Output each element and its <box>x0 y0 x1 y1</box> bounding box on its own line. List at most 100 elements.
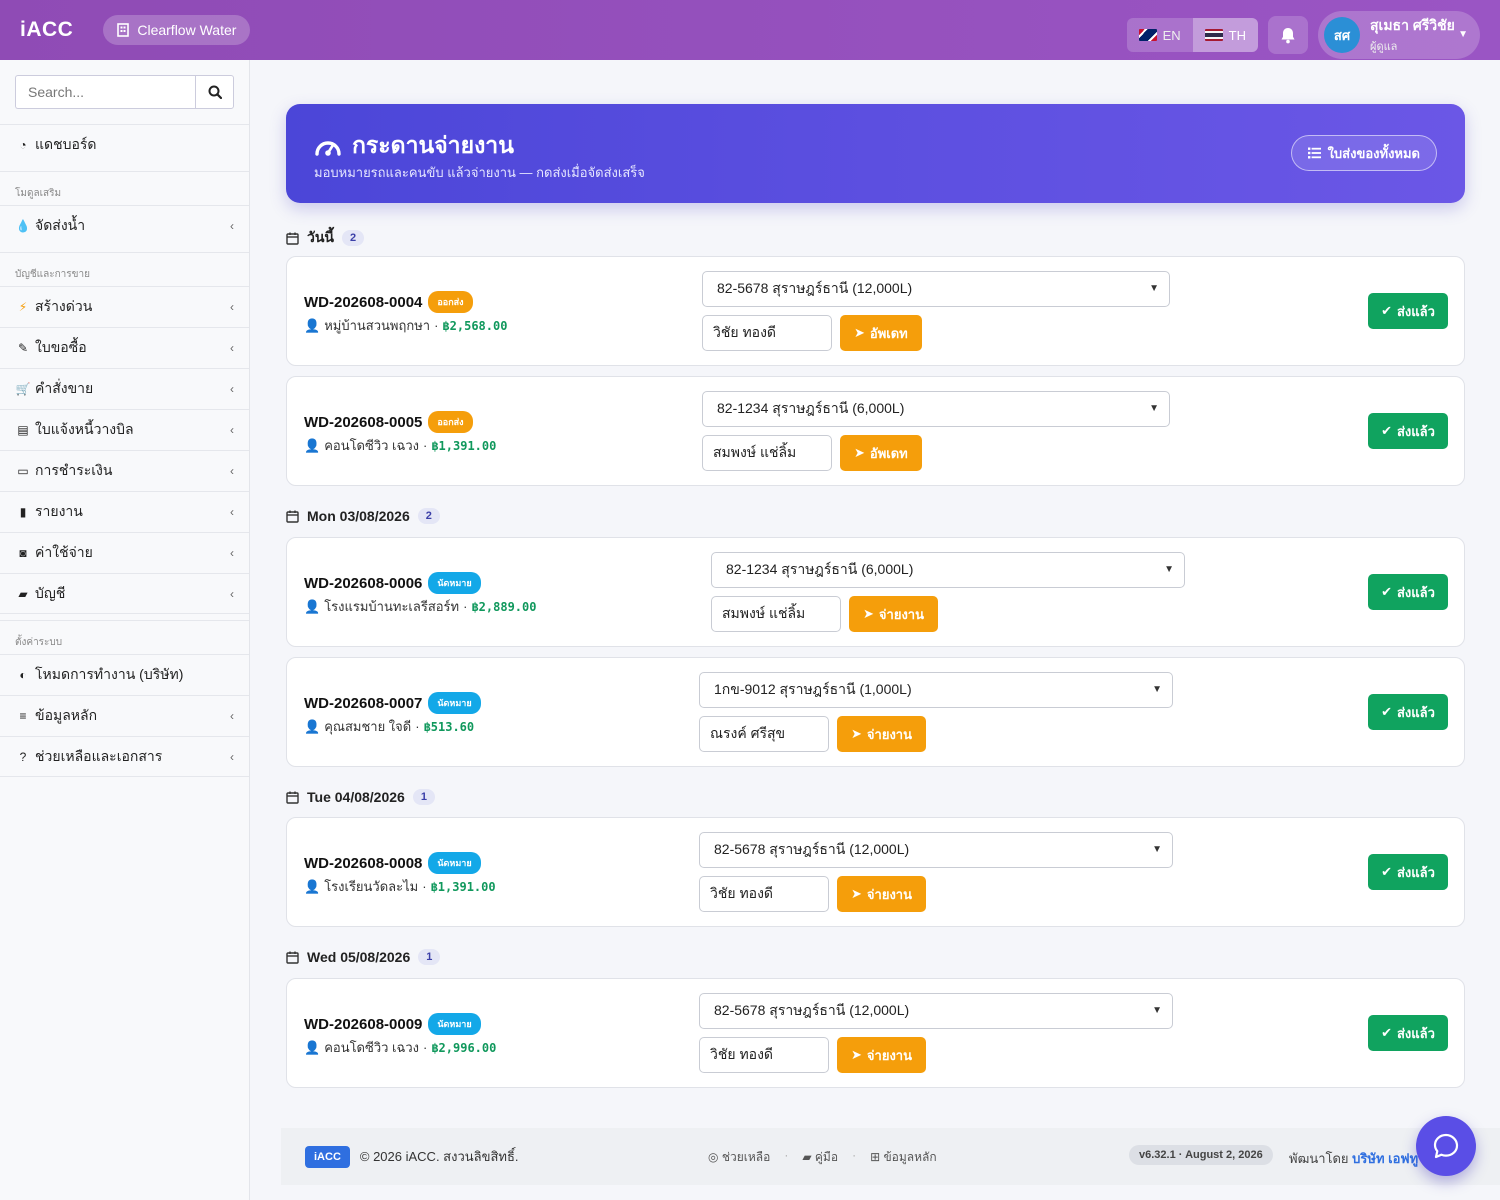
brand-logo[interactable]: iACC <box>20 18 73 42</box>
mark-delivered-button[interactable]: ✔ ส่งแล้ว <box>1368 1015 1448 1051</box>
dispatch-button[interactable]: ➤ จ่ายงาน <box>849 596 938 632</box>
order-number[interactable]: WD-202608-0008 <box>304 855 422 872</box>
order-number[interactable]: WD-202608-0007 <box>304 695 422 712</box>
dispatch-board-header: กระดานจ่ายงาน มอบหมายรถและคนขับ แล้วจ่าย… <box>286 104 1465 203</box>
order-number[interactable]: WD-202608-0006 <box>304 575 422 592</box>
water-drop-icon: 💧 <box>15 219 31 233</box>
vehicle-select-value: 82-5678 สุราษฎร์ธานี (12,000L) <box>717 280 913 296</box>
driver-field[interactable]: วิชัย ทองดี <box>699 1037 829 1073</box>
sidebar-item-reports[interactable]: ▮ รายงาน ‹ <box>0 491 249 532</box>
separator-dot: · <box>784 1148 789 1162</box>
lang-th-button[interactable]: TH <box>1192 18 1258 52</box>
footer-link-help[interactable]: ◎ ช่วยเหลือ <box>708 1148 770 1167</box>
sidebar-item-master-data[interactable]: ≡ ข้อมูลหลัก ‹ <box>0 695 249 736</box>
separator-dot: · <box>434 318 439 333</box>
mark-delivered-label: ส่งแล้ว <box>1396 303 1435 319</box>
order-number[interactable]: WD-202608-0009 <box>304 1016 422 1033</box>
search-button[interactable] <box>195 75 234 109</box>
driver-field[interactable]: สมพงษ์ แช่ลิ้ม <box>702 435 832 471</box>
developer-prefix: พัฒนาโดย <box>1289 1151 1349 1166</box>
dispatch-button[interactable]: ➤ จ่ายงาน <box>837 716 926 752</box>
dispatch-button[interactable]: ➤ จ่ายงาน <box>837 876 926 912</box>
sidebar-item-accounts[interactable]: ▰ บัญชี ‹ <box>0 573 249 614</box>
page-title: กระดานจ่ายงาน <box>314 128 514 164</box>
chevron-down-icon: ▼ <box>1458 29 1468 40</box>
sidebar-item-water-delivery[interactable]: 💧 จัดส่งน้ำ ‹ <box>0 205 249 246</box>
list-icon <box>1307 147 1321 159</box>
customer-line: 👤 โรงแรมบ้านทะเลรีสอร์ท · ฿2,889.00 <box>304 596 536 617</box>
mark-delivered-button[interactable]: ✔ ส่งแล้ว <box>1368 694 1448 730</box>
mark-delivered-button[interactable]: ✔ ส่งแล้ว <box>1368 574 1448 610</box>
chevron-left-icon: ‹ <box>230 709 234 723</box>
mark-delivered-button[interactable]: ✔ ส่งแล้ว <box>1368 413 1448 449</box>
bolt-icon: ⚡ <box>18 300 28 314</box>
vehicle-select[interactable]: 1กข-9012 สุราษฎร์ธานี (1,000L) ▼ <box>699 672 1173 708</box>
customer-line: 👤 คุณสมชาย ใจดี · ฿513.60 <box>304 716 474 737</box>
sidebar-item-label: ใบขอซื้อ <box>35 339 87 355</box>
status-badge: ออกส่ง <box>428 291 473 313</box>
chat-button[interactable] <box>1416 1116 1476 1176</box>
chevron-left-icon: ‹ <box>230 423 234 437</box>
search-input[interactable]: Search... <box>15 75 195 109</box>
sidebar-item-quick-create[interactable]: ⚡ สร้างด่วน ‹ <box>0 286 249 327</box>
vehicle-select[interactable]: 82-1234 สุราษฎร์ธานี (6,000L) ▼ <box>711 552 1185 588</box>
sidebar-item-invoice[interactable]: ▤ ใบแจ้งหนี้วางบิล ‹ <box>0 409 249 450</box>
driver-field[interactable]: วิชัย ทองดี <box>702 315 832 351</box>
vehicle-select-value: 82-1234 สุราษฎร์ธานี (6,000L) <box>717 400 905 416</box>
order-amount: ฿2,996.00 <box>431 1040 497 1055</box>
footer-link-master-data[interactable]: ⊞ ข้อมูลหลัก <box>870 1148 937 1167</box>
order-number[interactable]: WD-202608-0004 <box>304 294 422 311</box>
notifications-button[interactable] <box>1268 16 1308 54</box>
sidebar-item-label: การชำระเงิน <box>35 462 113 478</box>
sitemap-icon: ⊞ <box>870 1150 881 1164</box>
dispatch-card: WD-202608-0009 นัดหมาย 👤 คอนโดซีวิว เฉวง… <box>286 978 1465 1088</box>
sidebar-item-purchase-request[interactable]: ✎ ใบขอซื้อ ‹ <box>0 327 249 368</box>
company-name: Clearflow Water <box>137 22 237 38</box>
mark-delivered-button[interactable]: ✔ ส่งแล้ว <box>1368 293 1448 329</box>
lang-en-button[interactable]: EN <box>1127 18 1193 52</box>
developer-link[interactable]: บริษัท เอฟทู <box>1352 1151 1418 1166</box>
dispatch-card: WD-202608-0004 ออกส่ง 👤 หมู่บ้านสวนพฤกษา… <box>286 256 1465 366</box>
avatar: สศ <box>1324 17 1360 53</box>
sidebar-item-help-docs[interactable]: ? ช่วยเหลือและเอกสาร ‹ <box>0 736 249 777</box>
user-icon: 👤 <box>304 718 321 734</box>
dashboard-gauge-icon <box>315 141 341 156</box>
separator-dot: · <box>422 1040 428 1055</box>
sidebar-item-work-mode[interactable]: ◐ โหมดการทำงาน (บริษัท) <box>0 654 249 695</box>
sidebar-item-dashboard[interactable]: ◔ แดชบอร์ด <box>0 124 249 165</box>
user-menu[interactable]: สศ สุเมธา ศรีวิชัย ผู้ดูแล ▼ <box>1318 11 1480 59</box>
separator-dot: · <box>852 1148 857 1162</box>
vehicle-select-value: 1กข-9012 สุราษฎร์ธานี (1,000L) <box>714 681 912 697</box>
all-delivery-notes-button[interactable]: ใบส่งของทั้งหมด <box>1290 135 1437 171</box>
sidebar-section-system: ตั้งค่าระบบ <box>0 620 249 654</box>
question-circle-icon: ? <box>19 749 27 764</box>
update-button[interactable]: ➤ อัพเดท <box>840 435 922 471</box>
update-button[interactable]: ➤ อัพเดท <box>840 315 922 351</box>
toggle-icon: ◐ <box>19 668 27 682</box>
sidebar-item-payment[interactable]: ▭ การชำระเงิน ‹ <box>0 450 249 491</box>
sidebar-section-addons: โมดูลเสริม <box>0 171 249 205</box>
user-icon: 👤 <box>304 878 321 894</box>
chevron-left-icon: ‹ <box>230 750 234 764</box>
footer-link-manual[interactable]: ▰ คู่มือ <box>802 1148 838 1167</box>
dispatch-button[interactable]: ➤ จ่ายงาน <box>837 1037 926 1073</box>
book-icon: ▮ <box>19 505 27 519</box>
count-badge: 1 <box>418 949 441 965</box>
mark-delivered-button[interactable]: ✔ ส่งแล้ว <box>1368 854 1448 890</box>
vehicle-select[interactable]: 82-5678 สุราษฎร์ธานี (12,000L) ▼ <box>699 832 1173 868</box>
sidebar-item-label: โหมดการทำงาน (บริษัท) <box>35 666 184 682</box>
company-switcher[interactable]: Clearflow Water <box>103 15 251 45</box>
vehicle-select[interactable]: 82-5678 สุราษฎร์ธานี (12,000L) ▼ <box>699 993 1173 1029</box>
driver-field[interactable]: สมพงษ์ แช่ลิ้ม <box>711 596 841 632</box>
driver-field[interactable]: วิชัย ทองดี <box>699 876 829 912</box>
order-number[interactable]: WD-202608-0005 <box>304 414 422 431</box>
driver-field[interactable]: ณรงค์ ศรีสุข <box>699 716 829 752</box>
user-name: สุเมธา ศรีวิชัย <box>1370 17 1455 33</box>
sidebar-item-sales-order[interactable]: 🛒 คำสั่งขาย ‹ <box>0 368 249 409</box>
money-bill-icon: ◙ <box>19 546 27 560</box>
vehicle-select[interactable]: 82-1234 สุราษฎร์ธานี (6,000L) ▼ <box>702 391 1170 427</box>
footer-link-manual-label: คู่มือ <box>814 1150 839 1164</box>
vehicle-select[interactable]: 82-5678 สุราษฎร์ธานี (12,000L) ▼ <box>702 271 1170 307</box>
mark-delivered-label: ส่งแล้ว <box>1396 864 1435 880</box>
sidebar-item-expenses[interactable]: ◙ ค่าใช้จ่าย ‹ <box>0 532 249 573</box>
